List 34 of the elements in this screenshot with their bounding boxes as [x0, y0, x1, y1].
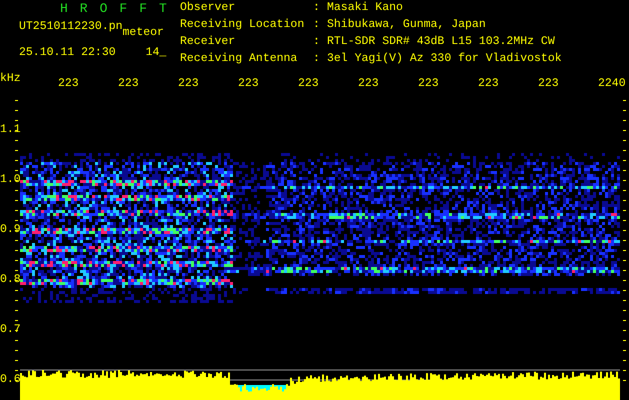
time-label: 223 [358, 77, 379, 90]
time-label: 223 [238, 77, 259, 90]
info-label: Observer [180, 2, 236, 16]
frequency-label: 0.7 [0, 323, 21, 337]
info-label: Receiving Location [180, 19, 306, 33]
time-label: 223 [118, 77, 139, 90]
frequency-label: 0.9 [0, 223, 21, 237]
info-value: Shibukawa, Gunma, Japan [327, 19, 487, 33]
time-label: 223 [418, 77, 439, 90]
app-title: HROFFT [59, 2, 180, 16]
time-label: 223 [538, 77, 559, 90]
frequency-label: 0.8 [0, 273, 21, 287]
file-name: UT2510112230.pn [19, 20, 123, 35]
info-value: Masaki Kano [327, 2, 404, 16]
date-time: 25.10.11 22:30 [19, 46, 116, 60]
time-label: 223 [298, 77, 319, 90]
time-label: 2240 [598, 77, 626, 90]
count-label: 14_ [146, 46, 166, 60]
frequency-label: 1.1 [0, 123, 21, 137]
frequency-label: 0.6 [0, 373, 21, 387]
info-separator: : [313, 2, 321, 16]
info-value: 3el Yagi(V) Az 330 for Vladivostok [327, 53, 562, 67]
time-label: 223 [58, 77, 79, 90]
time-label: 223 [478, 77, 499, 90]
info-label: Receiver [180, 36, 236, 50]
info-separator: : [313, 36, 321, 50]
info-value: RTL-SDR SDR# 43dB L15 103.2MHz CW [327, 36, 556, 50]
info-separator: : [313, 19, 321, 33]
time-label: 223 [178, 77, 199, 90]
mode-label: meteor [122, 26, 164, 40]
info-label: Receiving Antenna [180, 53, 298, 67]
axis-unit: kHz [0, 72, 21, 85]
info-separator: : [313, 53, 321, 67]
frequency-label: 1.0 [0, 173, 21, 187]
